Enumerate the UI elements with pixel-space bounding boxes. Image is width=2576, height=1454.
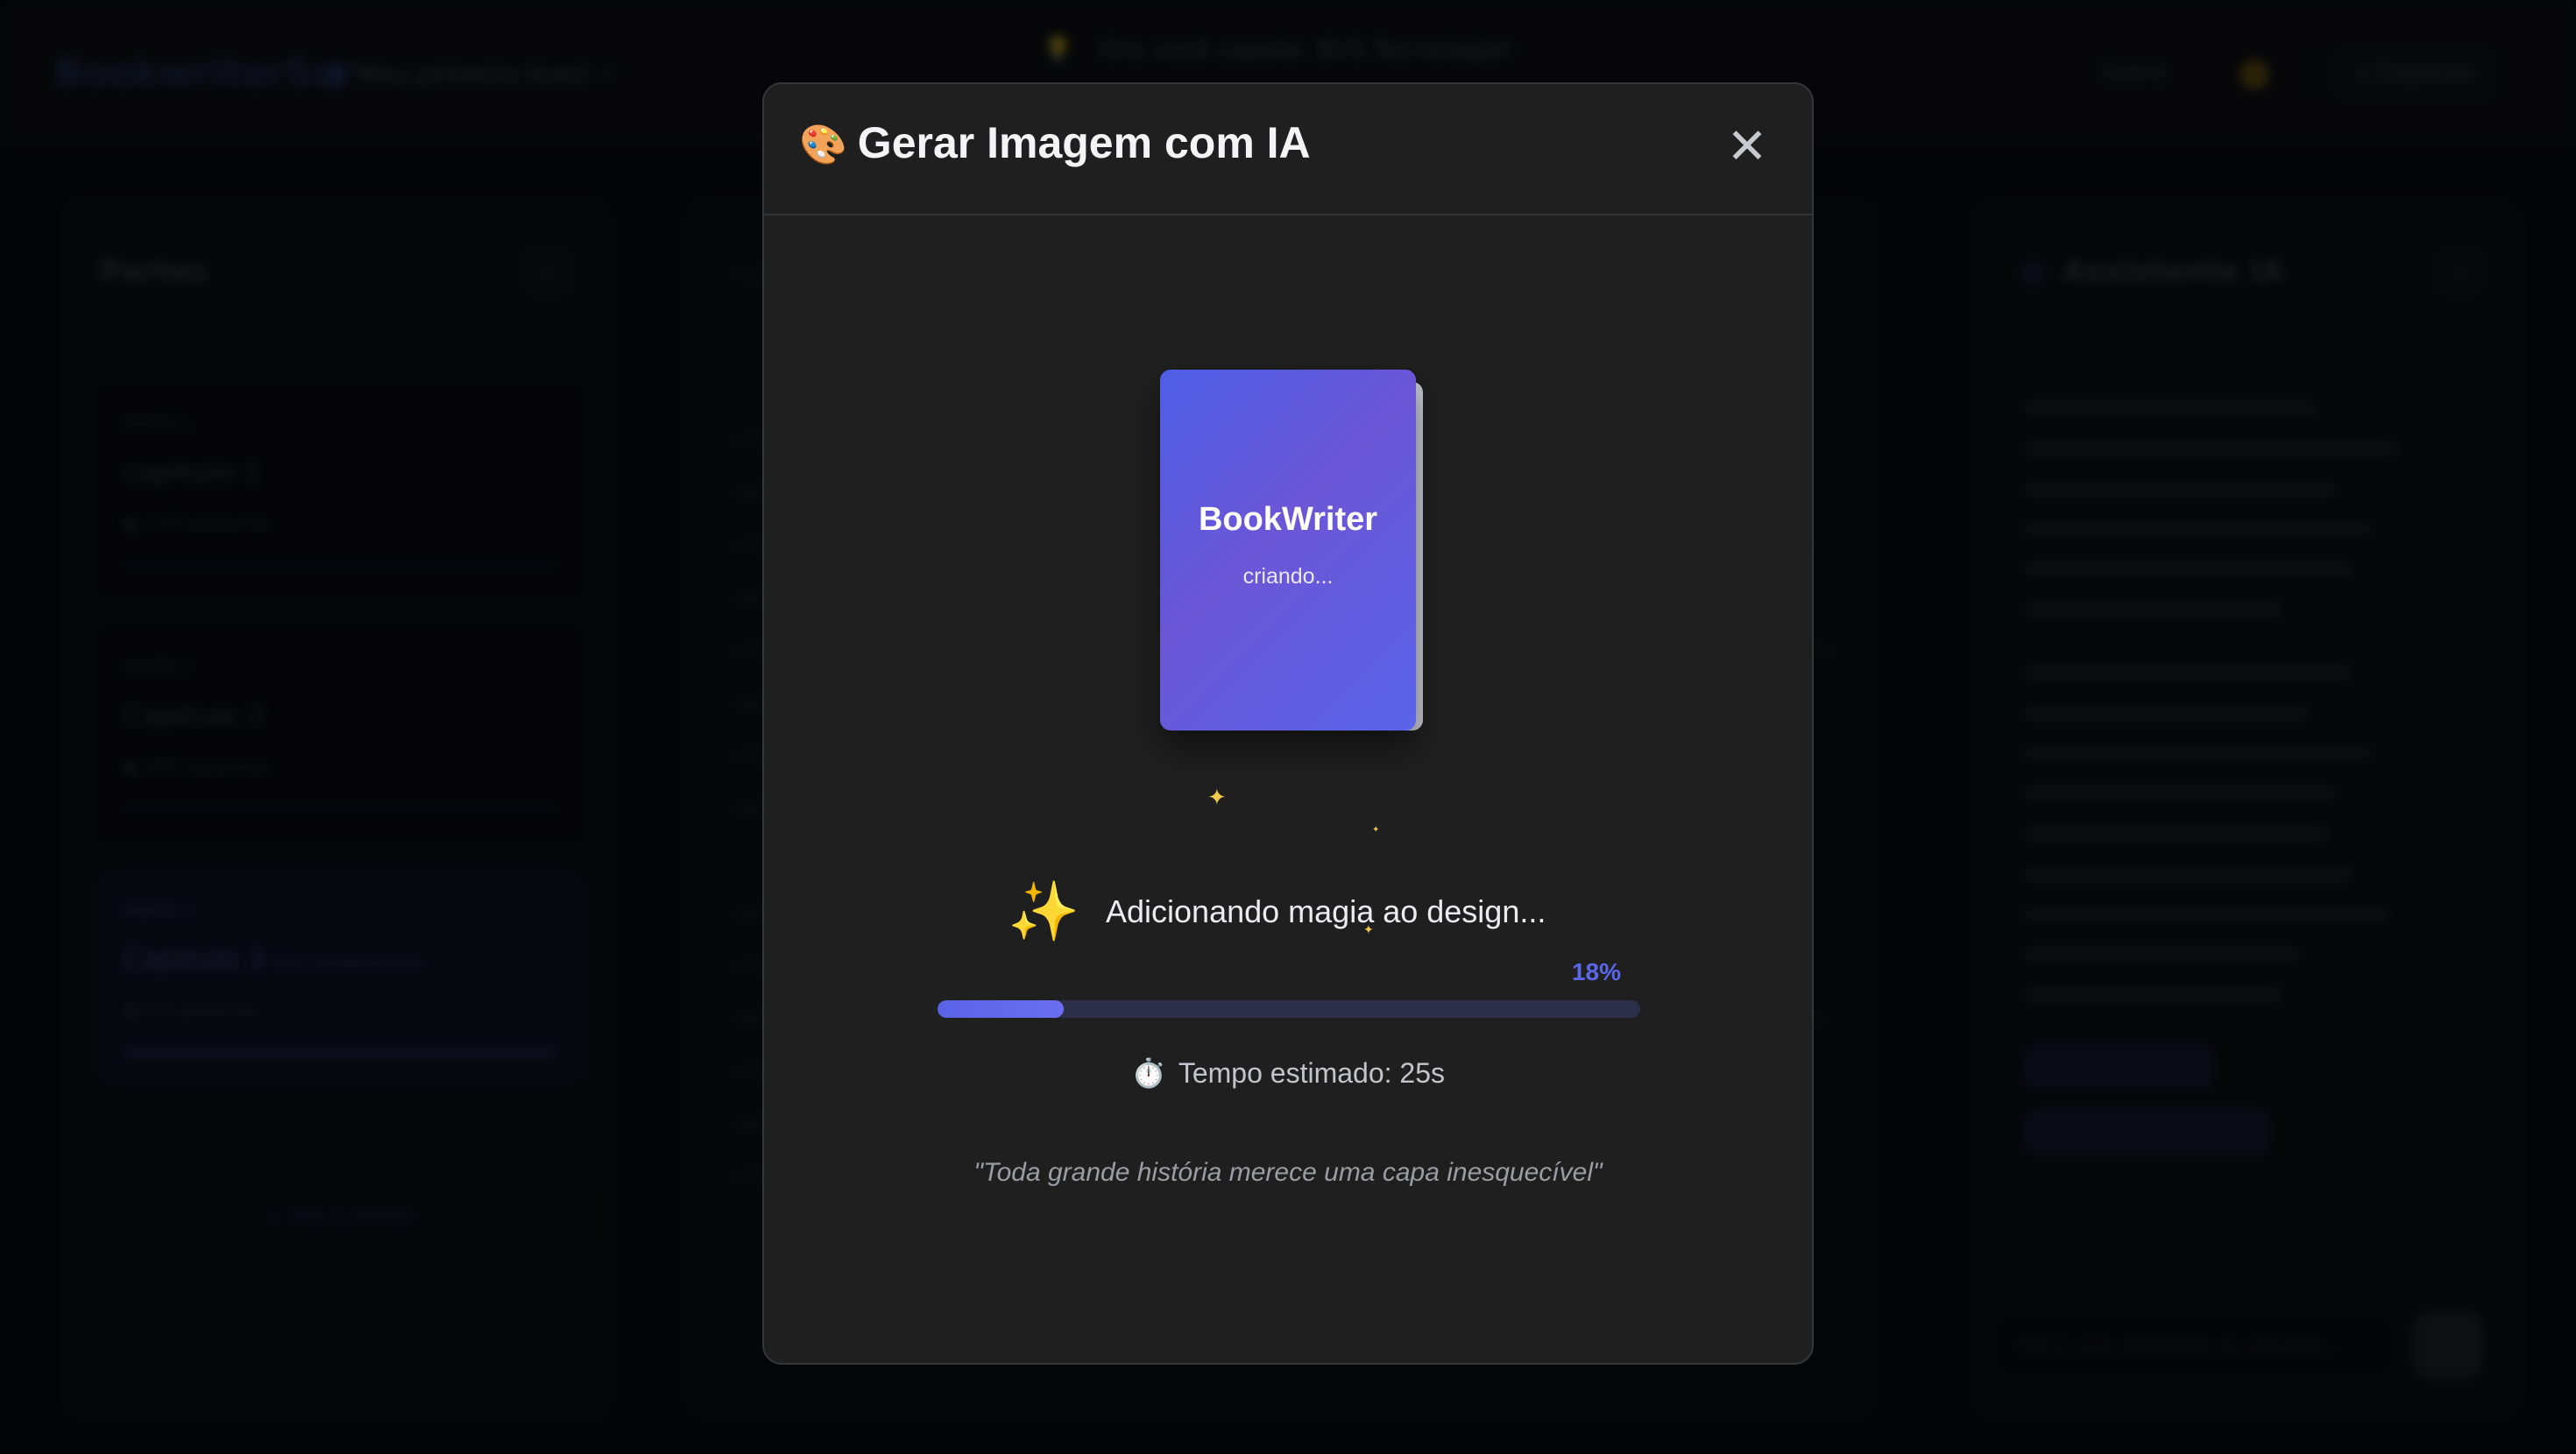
progress-percent: 18% (1571, 958, 1621, 985)
modal-header: 🎨 Gerar Imagem com IA ✕ (764, 84, 1812, 215)
sparkles-icon: ✨ (1008, 878, 1080, 945)
palette-icon: 🎨 (799, 124, 847, 166)
book-subtitle: criando... (1242, 564, 1334, 589)
book-cover: BookWriter criando... (1160, 370, 1416, 731)
book-title: BookWriter (1198, 501, 1378, 538)
close-icon[interactable]: ✕ (1721, 123, 1773, 175)
generation-status: ✨ Adicionando magia ao design... (764, 872, 1812, 951)
modal-title: 🎨 Gerar Imagem com IA (799, 117, 1311, 168)
timer-icon: ⏱️ (1131, 1057, 1166, 1089)
sparkle-icon: ✦ (1372, 825, 1380, 835)
progress-fill (938, 1000, 1065, 1018)
status-text: Adicionando magia ao design... (1106, 893, 1546, 929)
inspirational-quote: "Toda grande história merece uma capa in… (973, 1158, 1603, 1187)
sparkle-icon: ✦ (1207, 785, 1227, 811)
time-estimate-text: Tempo estimado: 25s (1178, 1057, 1445, 1089)
time-estimate: ⏱️ Tempo estimado: 25s (764, 1056, 1812, 1090)
progress-bar (938, 1000, 1640, 1018)
book-preview: BookWriter criando... (1160, 370, 1423, 736)
generate-image-modal: 🎨 Gerar Imagem com IA ✕ BookWriter criand… (762, 82, 1814, 1365)
modal-title-text: Gerar Imagem com IA (857, 118, 1311, 167)
